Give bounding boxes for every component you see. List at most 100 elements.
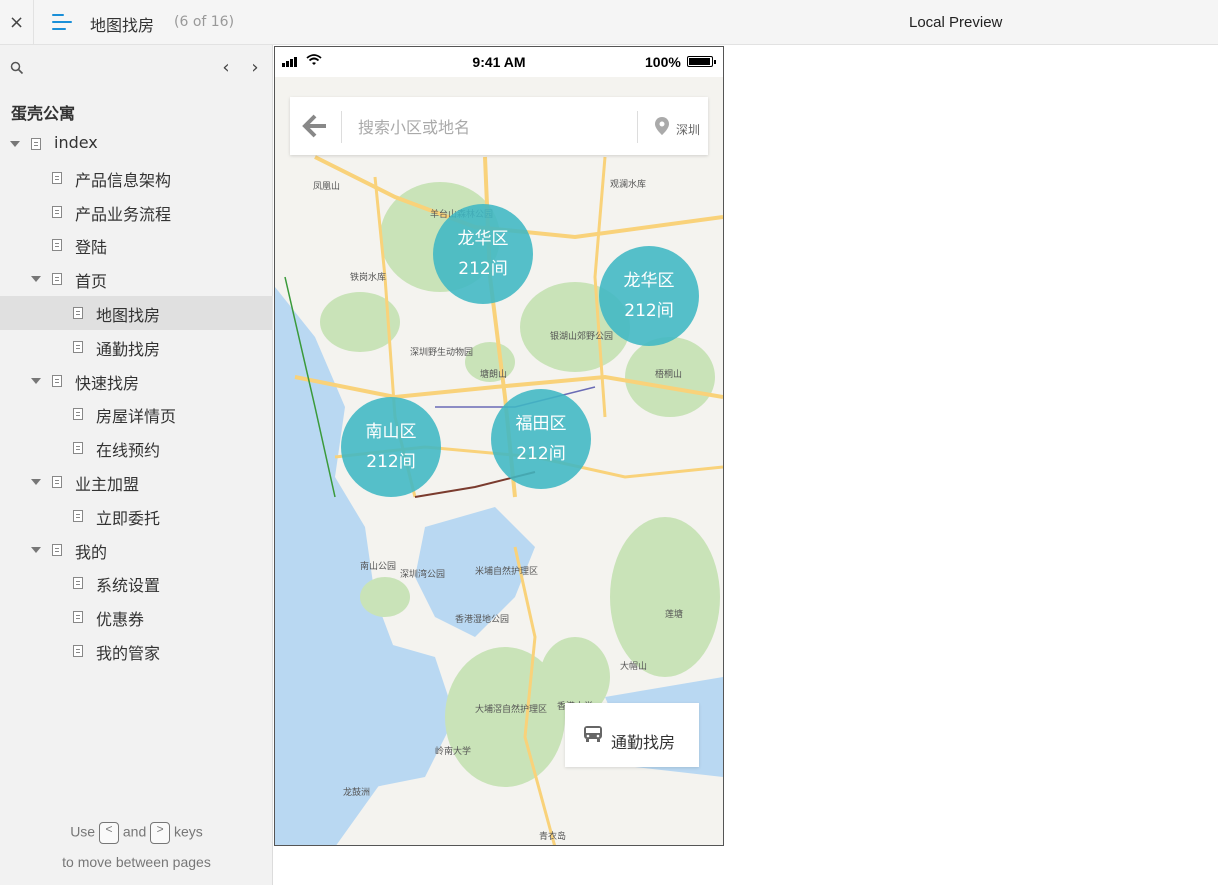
map-label: 龙鼓洲	[343, 786, 370, 798]
page-icon	[52, 374, 62, 387]
map-label: 深圳湾公园	[400, 568, 445, 580]
tree-item[interactable]: 产品业务流程	[0, 195, 273, 229]
map-label: 香港湿地公园	[455, 613, 509, 625]
location-pin-icon[interactable]	[655, 117, 669, 135]
district-count: 212间	[458, 259, 508, 279]
tree-item-label: 房屋详情页	[96, 407, 177, 427]
district-name: 福田区	[515, 414, 567, 434]
map-label: 大帽山	[620, 660, 647, 672]
tree-item-label: 通勤找房	[96, 339, 161, 359]
tree-item-label: 在线预约	[96, 441, 161, 461]
district-name: 龙华区	[457, 229, 509, 249]
tree-item[interactable]: 首页	[0, 262, 273, 296]
tree-item[interactable]: 业主加盟	[0, 465, 273, 499]
nav-hint-line2: to move between pages	[62, 854, 211, 870]
close-button[interactable]: ×	[0, 0, 34, 45]
district-bubble[interactable]: 福田区 212间	[491, 389, 591, 489]
page-icon	[73, 306, 83, 319]
menu-icon[interactable]	[52, 12, 74, 32]
project-title: 蛋壳公寓	[11, 104, 76, 123]
city-selector[interactable]: 深圳	[676, 121, 700, 138]
map-label: 青衣岛	[539, 830, 566, 842]
map-label: 凤凰山	[313, 181, 340, 192]
top-bar: × 地图找房 (6 of 16) Local Preview	[0, 0, 1218, 45]
status-bar: 9:41 AM 100%	[275, 47, 723, 77]
key-prev: <	[98, 822, 119, 844]
tree-item-label: 我的管家	[96, 643, 161, 663]
map-search-bar: 深圳	[290, 97, 708, 155]
page-icon	[73, 577, 83, 590]
tree-item-label: 登陆	[75, 238, 108, 258]
hint-use: Use	[70, 823, 96, 840]
tree-item[interactable]: 登陆	[0, 228, 273, 262]
district-bubble[interactable]: 南山区 212间	[341, 397, 441, 497]
district-name: 龙华区	[623, 271, 675, 291]
hint-keys: keys	[174, 823, 203, 840]
tree-item[interactable]: 系统设置	[0, 566, 273, 600]
tree-item-label: 我的	[75, 542, 108, 562]
page-icon	[31, 138, 41, 150]
divider	[637, 111, 638, 143]
preview-label: Local Preview	[909, 14, 1003, 31]
tree-item-label: index	[54, 133, 98, 152]
tree-item-label: 系统设置	[96, 576, 161, 596]
map-label: 观澜水库	[610, 178, 646, 190]
tree-item[interactable]: 快速找房	[0, 364, 273, 398]
search-input[interactable]	[356, 111, 630, 143]
tree-item-label: 快速找房	[75, 373, 140, 393]
tree-item[interactable]: 地图找房	[0, 295, 273, 330]
phone-preview: 9:41 AM 100% 凤凰山 羊台山森林公园 铁岗水库	[274, 46, 724, 846]
tree-item[interactable]: 产品信息架构	[0, 161, 273, 195]
sidebar: ‹ › 蛋壳公寓 index 产品信息架构 产品业务流程 登陆首页地图找房通勤找房快速…	[0, 45, 273, 885]
district-count: 212间	[516, 444, 566, 464]
page-icon	[73, 611, 83, 624]
tree-item[interactable]: 在线预约	[0, 431, 273, 465]
tree-item-label: 立即委托	[96, 508, 161, 528]
battery-percent: 100%	[645, 54, 681, 70]
map-label: 南山公园	[360, 560, 396, 572]
page-icon	[73, 509, 83, 522]
map-label: 深圳野生动物园	[410, 346, 473, 358]
map-label: 大埔滘自然护理区	[475, 703, 547, 715]
page-icon	[52, 273, 62, 286]
page-icon	[52, 239, 62, 252]
expand-caret-icon[interactable]	[31, 276, 41, 283]
tree-item[interactable]: 立即委托	[0, 499, 273, 533]
search-icon[interactable]	[10, 61, 24, 75]
commute-search-button[interactable]: 通勤找房	[565, 703, 699, 767]
page-count: (6 of 16)	[174, 14, 235, 30]
map-label: 塘朗山	[480, 368, 507, 380]
tree-item-label: 地图找房	[96, 305, 161, 325]
tree-item[interactable]: 我的管家	[0, 634, 273, 668]
next-page-button[interactable]: ›	[246, 57, 264, 79]
key-next: >	[150, 822, 171, 844]
district-bubble[interactable]: 龙华区 212间	[599, 246, 699, 346]
commute-label: 通勤找房	[611, 733, 676, 752]
expand-caret-icon[interactable]	[10, 141, 20, 147]
page-icon	[73, 340, 83, 353]
tree-item-label: 产品业务流程	[75, 204, 172, 224]
tree-item[interactable]: 通勤找房	[0, 330, 273, 364]
battery-icon	[687, 56, 716, 67]
prev-page-button[interactable]: ‹	[217, 57, 235, 79]
expand-caret-icon[interactable]	[31, 546, 41, 553]
expand-caret-icon[interactable]	[31, 478, 41, 485]
back-arrow-icon[interactable]	[302, 113, 328, 139]
tree-item-label: 产品信息架构	[75, 170, 172, 190]
page-icon	[73, 644, 83, 657]
tree-item[interactable]: index	[0, 127, 273, 161]
district-name: 南山区	[365, 422, 417, 442]
map-label: 岭南大学	[435, 745, 471, 757]
tree-item[interactable]: 房屋详情页	[0, 397, 273, 431]
page-icon	[73, 408, 83, 421]
page-icon	[52, 171, 62, 184]
page-icon	[73, 442, 83, 455]
district-bubble[interactable]: 龙华区 212间	[433, 204, 533, 304]
tree-item[interactable]: 优惠券	[0, 600, 273, 634]
page-icon	[52, 543, 62, 556]
map-label: 莲塘	[665, 608, 683, 620]
tree-item[interactable]: 我的	[0, 533, 273, 567]
map-label: 梧桐山	[655, 368, 682, 380]
page-icon	[52, 205, 62, 218]
expand-caret-icon[interactable]	[31, 377, 41, 384]
